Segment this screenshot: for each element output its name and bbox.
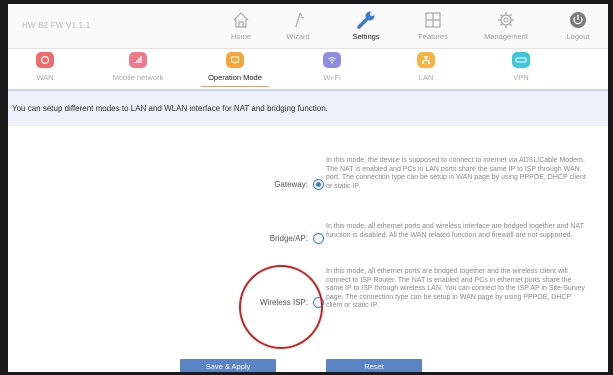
bridge-ap-description: In this mode, all ethernet ports and wir…	[326, 223, 584, 239]
nav-wizard[interactable]: Wizard	[270, 4, 326, 48]
subnav-lan[interactable]: LAN	[386, 52, 466, 82]
nav-features-label: Features	[418, 32, 448, 41]
settings-subnav: WAN Mobile network Operation Mode Wi-Fi …	[8, 49, 608, 89]
wireless-isp-description: In this mode, all ethernet ports are bri…	[326, 268, 586, 310]
bridge-ap-label: Bridge/AP:	[269, 234, 308, 243]
highlight-circle	[239, 265, 323, 349]
subnav-operation-mode[interactable]: Operation Mode	[195, 52, 275, 87]
reset-button[interactable]: Reset	[326, 359, 422, 372]
nav-management-label: Management	[484, 32, 528, 41]
subnav-vpn-label: VPN	[513, 73, 529, 82]
gateway-label: Gateway:	[274, 180, 308, 189]
top-bar: HW B2 FW V1.1.1 Home Wizard Settings Fea…	[8, 4, 608, 48]
logout-icon	[570, 12, 586, 28]
nav-settings[interactable]: Settings	[336, 4, 396, 48]
save-apply-button[interactable]: Save & Apply	[180, 359, 276, 372]
wrench-icon	[357, 11, 375, 29]
firmware-version: HW B2 FW V1.1.1	[22, 21, 91, 30]
wifi-icon	[323, 52, 341, 68]
gateway-radio[interactable]	[313, 179, 324, 190]
router-admin-page: HW B2 FW V1.1.1 Home Wizard Settings Fea…	[8, 4, 608, 372]
subnav-mobile-network[interactable]: Mobile network	[98, 52, 178, 82]
nav-management[interactable]: Management	[472, 4, 540, 48]
intro-text: You can setup different modes to LAN and…	[12, 104, 328, 113]
subnav-wan-label: WAN	[36, 73, 54, 82]
network-icon	[417, 52, 435, 68]
wand-icon	[295, 12, 305, 28]
nav-logout[interactable]: Logout	[556, 4, 600, 48]
nav-settings-label: Settings	[352, 32, 380, 41]
subnav-wifi[interactable]: Wi-Fi	[292, 52, 372, 82]
gear-icon	[498, 12, 514, 28]
intro-banner: You can setup different modes to LAN and…	[8, 91, 608, 126]
nav-features[interactable]: Features	[406, 4, 460, 48]
wan-icon	[36, 52, 54, 68]
home-icon	[233, 12, 249, 28]
monitor-icon	[226, 52, 244, 68]
grid-icon	[425, 12, 441, 28]
bridge-ap-radio[interactable]	[313, 233, 324, 244]
subnav-mobile-network-label: Mobile network	[112, 73, 164, 82]
nav-home[interactable]: Home	[216, 4, 266, 48]
gateway-description: In this mode, the device is supposed to …	[326, 157, 586, 190]
nav-logout-label: Logout	[566, 32, 590, 41]
subnav-vpn[interactable]: VPN	[481, 52, 561, 82]
subnav-wan[interactable]: WAN	[8, 52, 85, 82]
nav-home-label: Home	[230, 32, 251, 41]
subnav-lan-label: LAN	[418, 73, 434, 82]
subnav-operation-mode-label: Operation Mode	[208, 73, 262, 82]
vpn-icon	[512, 52, 530, 68]
nav-wizard-label: Wizard	[286, 32, 310, 41]
subnav-wifi-label: Wi-Fi	[323, 73, 341, 82]
signal-icon	[129, 52, 147, 68]
